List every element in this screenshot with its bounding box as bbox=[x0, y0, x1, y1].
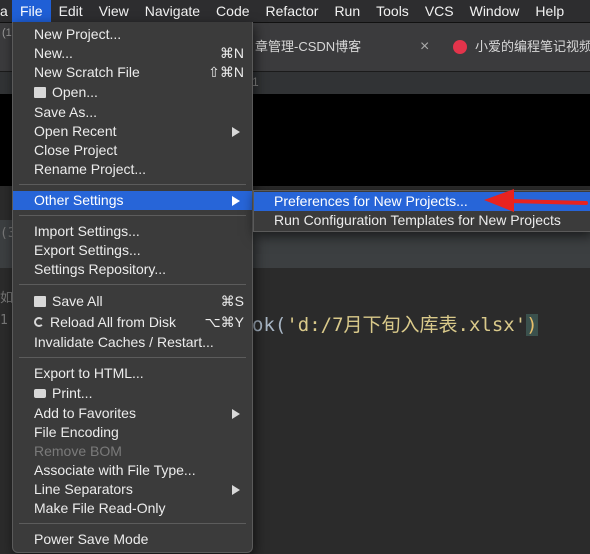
menu-item-save-as[interactable]: Save As... bbox=[13, 103, 252, 122]
shortcut-label: ⇧⌘N bbox=[208, 64, 244, 80]
menu-item-power-save-mode[interactable]: Power Save Mode bbox=[13, 530, 252, 549]
menu-tools[interactable]: Tools bbox=[368, 0, 417, 22]
menu-item-remove-bom: Remove BOM bbox=[34, 443, 122, 459]
menu-item-new-scratch-file[interactable]: New Scratch File ⇧⌘N bbox=[13, 63, 252, 82]
menu-item-import-settings[interactable]: Import Settings... bbox=[13, 222, 252, 241]
menu-item-settings-repository[interactable]: Settings Repository... bbox=[13, 260, 252, 279]
menu-run[interactable]: Run bbox=[326, 0, 368, 22]
menu-window[interactable]: Window bbox=[462, 0, 528, 22]
code-prefix: ok( bbox=[252, 314, 287, 336]
menu-app-partial[interactable]: a bbox=[0, 0, 12, 22]
submenu-arrow-icon bbox=[232, 409, 240, 419]
other-settings-submenu: Preferences for New Projects... Run Conf… bbox=[253, 190, 590, 232]
submenu-arrow-icon bbox=[232, 127, 240, 137]
reload-icon bbox=[34, 317, 44, 328]
menu-item-export-settings[interactable]: Export Settings... bbox=[13, 241, 252, 260]
menu-item-make-read-only[interactable]: Make File Read-Only bbox=[13, 499, 252, 518]
menu-item-invalidate-caches[interactable]: Invalidate Caches / Restart... bbox=[13, 333, 252, 352]
menu-separator bbox=[19, 184, 246, 185]
browser-tab-video-title: 小爱的编程笔记视频 bbox=[475, 39, 590, 54]
close-icon[interactable]: × bbox=[420, 33, 429, 61]
submenu-item-run-config-templates[interactable]: Run Configuration Templates for New Proj… bbox=[254, 211, 590, 230]
menu-separator bbox=[19, 215, 246, 216]
menu-item-rename-project[interactable]: Rename Project... bbox=[13, 160, 252, 179]
menu-edit[interactable]: Edit bbox=[51, 0, 91, 22]
gutter-fragment: 1 bbox=[0, 313, 8, 328]
browser-tab-video[interactable]: 小爱的编程笔记视频 bbox=[453, 33, 590, 61]
toolstrip-fragment: 1 bbox=[252, 75, 259, 89]
save-icon bbox=[34, 295, 46, 307]
menu-item-close-project[interactable]: Close Project bbox=[13, 141, 252, 160]
menu-item-export-html[interactable]: Export to HTML... bbox=[13, 364, 252, 383]
code-closing-paren: ) bbox=[526, 314, 538, 336]
menu-item-new[interactable]: New... ⌘N bbox=[13, 44, 252, 63]
menu-item-save-all[interactable]: Save All ⌘S bbox=[13, 292, 252, 311]
menu-item-line-separators[interactable]: Line Separators bbox=[13, 480, 252, 499]
app-menu-bar: a File Edit View Navigate Code Refactor … bbox=[0, 0, 590, 23]
menu-item-new-project[interactable]: New Project... bbox=[13, 25, 252, 44]
browser-tab-csdn[interactable]: 章管理-CSDN博客 bbox=[255, 33, 361, 61]
submenu-item-preferences-new-projects[interactable]: Preferences for New Projects... bbox=[254, 192, 590, 211]
menu-item-other-settings[interactable]: Other Settings bbox=[13, 191, 252, 210]
menu-item-associate-file-type[interactable]: Associate with File Type... bbox=[13, 461, 252, 480]
menu-separator bbox=[19, 284, 246, 285]
menu-navigate[interactable]: Navigate bbox=[137, 0, 208, 22]
bilibili-favicon-icon bbox=[453, 39, 467, 54]
menu-item-file-encoding[interactable]: File Encoding bbox=[13, 423, 252, 442]
menu-item-print[interactable]: Print... bbox=[13, 384, 252, 403]
file-menu-dropdown: New Project... New... ⌘N New Scratch Fil… bbox=[12, 22, 253, 553]
menu-item-reload-all[interactable]: Reload All from Disk ⌥⌘Y bbox=[13, 313, 252, 332]
menu-separator bbox=[19, 523, 246, 524]
menu-file[interactable]: File bbox=[12, 0, 51, 22]
menu-code[interactable]: Code bbox=[208, 0, 257, 22]
submenu-arrow-icon bbox=[232, 196, 240, 206]
menu-item-open-recent[interactable]: Open Recent bbox=[13, 122, 252, 141]
shortcut-label: ⌥⌘Y bbox=[204, 314, 244, 330]
menu-item-add-to-favorites[interactable]: Add to Favorites bbox=[13, 404, 252, 423]
menu-help[interactable]: Help bbox=[527, 0, 572, 22]
menu-item-open[interactable]: Open... bbox=[13, 83, 252, 102]
shortcut-label: ⌘N bbox=[219, 45, 244, 61]
code-string-literal: 'd:/7月下旬入库表.xlsx' bbox=[286, 314, 527, 336]
menu-view[interactable]: View bbox=[91, 0, 137, 22]
folder-icon bbox=[34, 86, 46, 98]
menu-refactor[interactable]: Refactor bbox=[258, 0, 327, 22]
submenu-arrow-icon bbox=[232, 485, 240, 495]
menu-separator bbox=[19, 357, 246, 358]
code-line[interactable]: ok('d:/7月下旬入库表.xlsx') bbox=[252, 310, 538, 337]
print-icon bbox=[34, 388, 46, 398]
shortcut-label: ⌘S bbox=[220, 293, 244, 309]
menu-vcs[interactable]: VCS bbox=[417, 0, 462, 22]
